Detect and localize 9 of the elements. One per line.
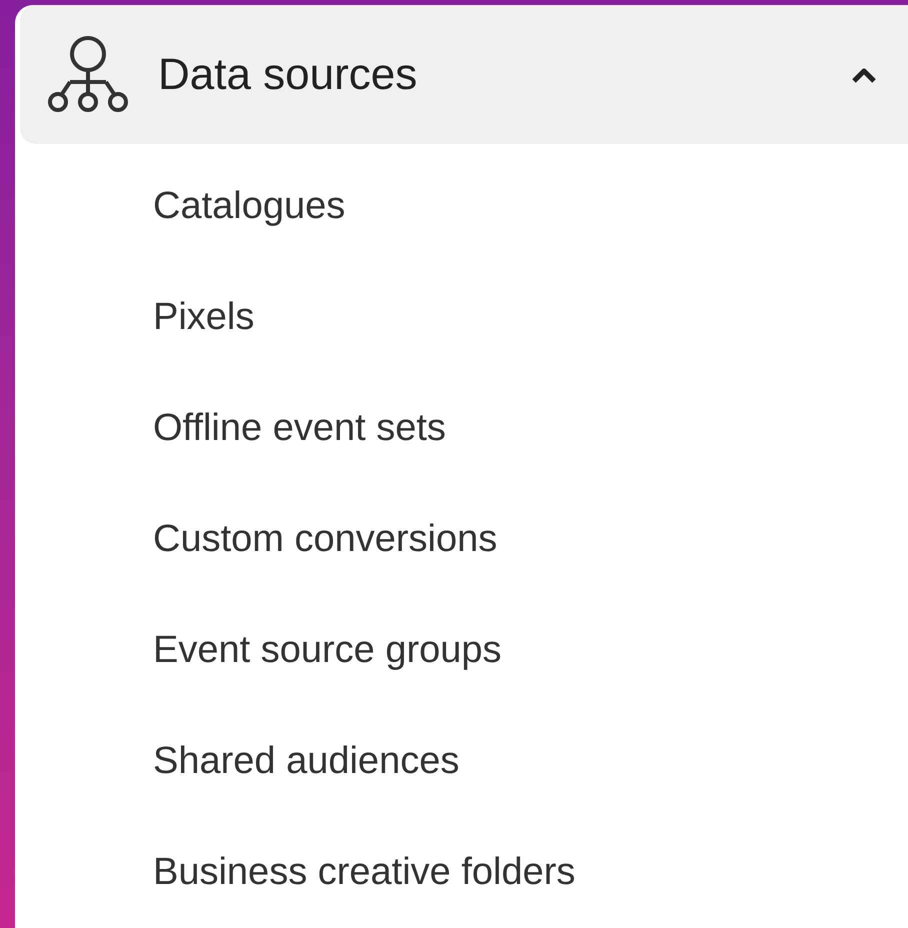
menu-item[interactable]: Offline event sets — [153, 373, 446, 484]
menu-item[interactable]: Pixels — [153, 262, 254, 373]
menu-item[interactable]: Event source groups — [153, 595, 502, 706]
chevron-icon — [850, 66, 878, 84]
section-header[interactable]: Data sources — [20, 5, 908, 144]
menu-item[interactable]: Shared audiences — [153, 706, 460, 817]
menu-item[interactable]: Custom conversions — [153, 484, 498, 595]
menu-item[interactable]: Catalogues — [153, 151, 346, 262]
menu-item[interactable]: Business creative folders — [153, 817, 576, 928]
